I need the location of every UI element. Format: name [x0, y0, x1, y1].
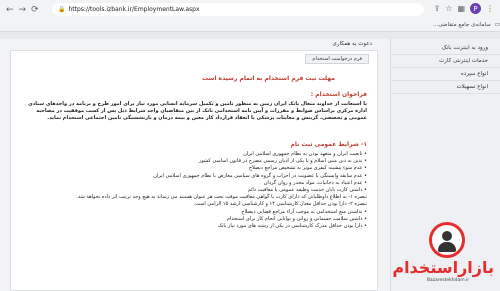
list-item: • نداشتن منع استخدامی به موجب آراء مراجع… — [241, 208, 367, 215]
forward-icon[interactable]: → — [19, 5, 27, 15]
sidebar-item-deposits[interactable]: انواع سپرده — [391, 68, 500, 81]
share-icon[interactable]: ⇪ — [434, 4, 441, 13]
extension-icon[interactable]: ▦ — [457, 4, 465, 13]
menu-icon[interactable]: ⋮ — [486, 4, 494, 13]
call-heading: فراخوان استخدام : — [310, 91, 367, 98]
person-body-icon — [438, 242, 456, 252]
browser-chrome: ← → ⟳ 🔒 https://tools.izbank.ir/Employme… — [0, 0, 500, 32]
browser-actions: ⇪ ☆ ▦ P ⋮ — [434, 3, 494, 14]
person-head-icon — [442, 231, 452, 241]
address-row: ← → ⟳ 🔒 https://tools.izbank.ir/Employme… — [0, 0, 500, 19]
list-item: • داشتن سلامت جسمانی و روانی و توانایی ا… — [226, 215, 367, 222]
logo-text: بازاراستخدام — [392, 258, 494, 277]
conditions-list: • تابعیت ایران و متعهد بودن به نظام جمهو… — [19, 151, 367, 230]
list-item: • تابعیت ایران و متعهد بودن به نظام جمهو… — [243, 151, 367, 157]
site-header-bar — [0, 32, 500, 39]
list-item: • تدین به دین مبین اسلام و یا یکی از ادی… — [198, 158, 367, 165]
list-item: تبصره ۲- دارا بودن حداقل معدل کارشناسی ۱… — [193, 201, 367, 208]
list-item: • عدم سابقه وابستگی یا عضویت در احزاب و … — [153, 172, 367, 179]
watermark-logo: بازاراستخدام Bazarestekhdam.ir — [392, 222, 494, 288]
bookmark-item[interactable]: سامانه‌ی جامع متقاضی... — [433, 22, 491, 28]
deadline-notice: مهلت ثبت فرم استخدام به اتمام رسیده است — [202, 75, 335, 82]
url-text: https://tools.izbank.ir/EmploymentLaw.as… — [68, 6, 200, 13]
nav-buttons: ← → ⟳ — [0, 5, 39, 15]
breadcrumb: دعوت به همکاری — [332, 41, 372, 47]
logo-emblem — [429, 222, 465, 258]
list-item: • دارا بودن حداقل مدرک کارشناسی در یکی ا… — [217, 223, 367, 230]
back-icon[interactable]: ← — [6, 5, 14, 15]
bookmarks-bar: ▭ سامانه‌ی جامع متقاضی... — [0, 19, 500, 31]
panel-body: مهلت ثبت فرم استخدام به اتمام رسیده است … — [19, 69, 369, 291]
star-icon[interactable]: ☆ — [445, 4, 452, 13]
reload-icon[interactable]: ⟳ — [31, 5, 39, 15]
sidebar-item-card-services[interactable]: خدمات اینترنتی کارت — [391, 55, 500, 68]
logo-subtext: Bazarestekhdam.ir — [426, 278, 470, 283]
folder-icon: ▭ — [494, 22, 500, 28]
list-item: • عدم اعتیاد به دخانیات، مواد مخدر و روا… — [263, 179, 367, 186]
general-conditions-heading: ۱- شرایط عمومی ثبت نام — [290, 141, 367, 148]
tab-employment-form[interactable]: فرم درخواست استخدام — [305, 54, 369, 64]
lock-icon: 🔒 — [58, 6, 66, 13]
profile-avatar[interactable]: P — [470, 3, 481, 14]
address-bar[interactable]: 🔒 https://tools.izbank.ir/EmploymentLaw.… — [52, 3, 424, 16]
sidebar-item-loans[interactable]: انواع تسهیلات — [391, 81, 500, 94]
intro-paragraph: با استعانت از خداوند متعال بانک ایران زم… — [28, 101, 367, 122]
employment-panel: فرم درخواست استخدام مهلت ثبت فرم استخدام… — [10, 50, 378, 291]
list-item: تبصره ۱- به اطلاع داوطلبانی که دارای کار… — [76, 194, 367, 201]
sidebar-item-internet-bank[interactable]: ورود به اینترنت بانک — [391, 42, 500, 55]
list-item: • عدم سوء پیشینه کیفری موثر به تشخیص مرا… — [248, 165, 367, 172]
